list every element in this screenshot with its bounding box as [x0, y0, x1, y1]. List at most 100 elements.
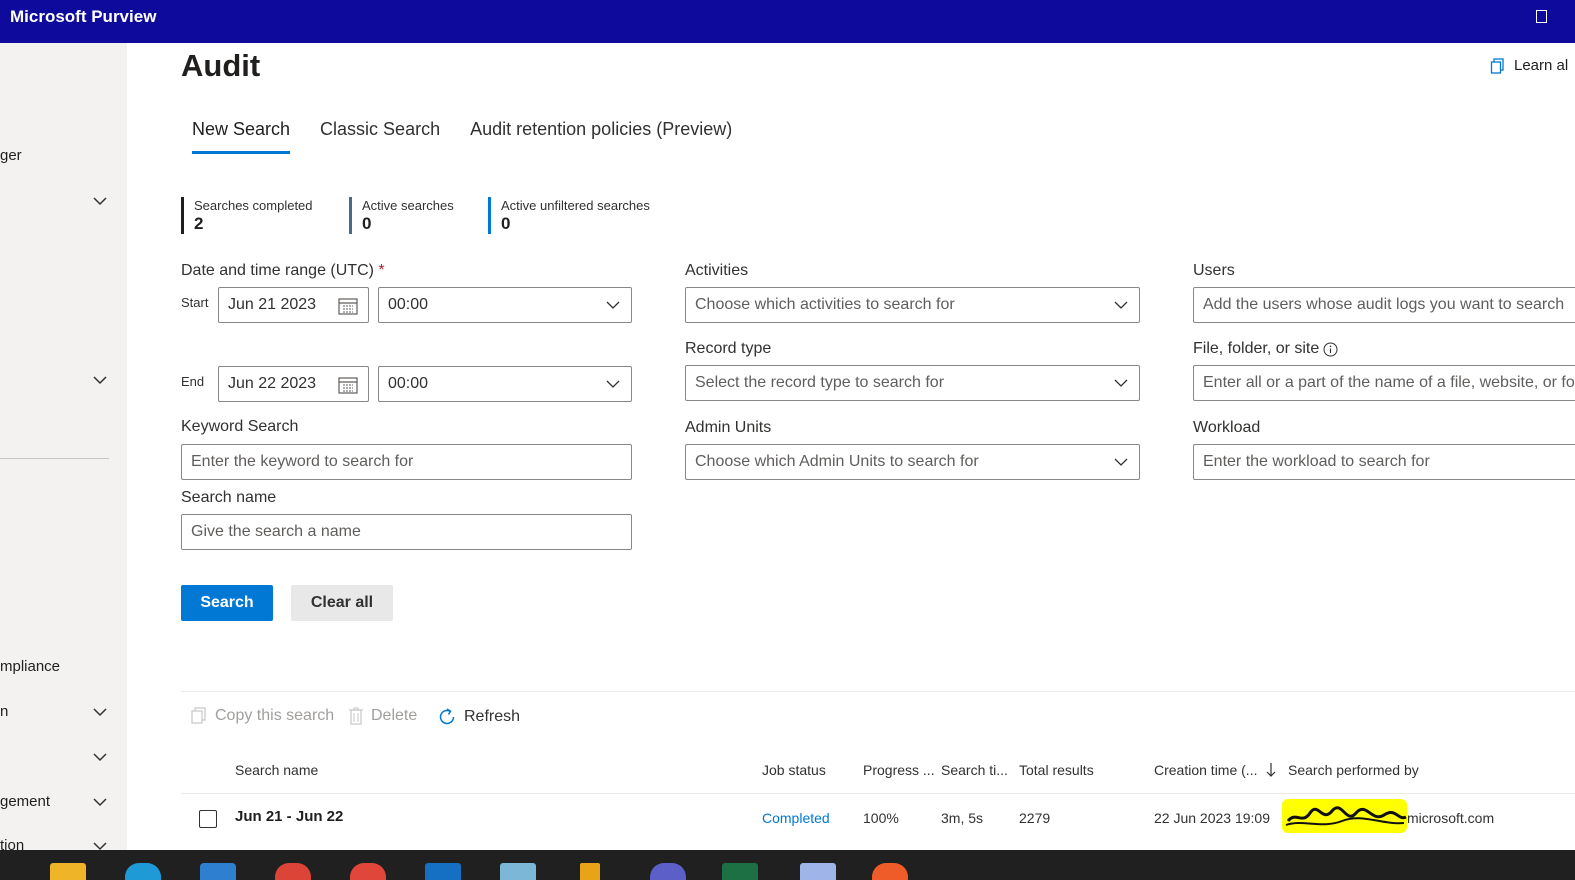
required-mark: *: [378, 262, 385, 279]
row-performed-by: microsoft.com: [1407, 810, 1495, 826]
teams-icon[interactable]: [650, 863, 686, 880]
users-label: Users: [1193, 262, 1235, 279]
chevron-down-icon: [606, 301, 620, 309]
chevron-down-icon[interactable]: [92, 797, 108, 807]
sidebar-item-3[interactable]: gement: [0, 793, 50, 810]
file-folder-site-input[interactable]: Enter all or a part of the name of a fil…: [1193, 365, 1575, 401]
users-placeholder: Add the users whose audit logs you want …: [1203, 296, 1565, 313]
calendar-icon[interactable]: [338, 297, 358, 315]
workload-input[interactable]: Enter the workload to search for: [1193, 444, 1575, 480]
keyword-placeholder: Enter the keyword to search for: [191, 453, 414, 470]
keyword-search-input[interactable]: Enter the keyword to search for: [181, 444, 632, 480]
learn-link-label: Learn al: [1514, 57, 1569, 74]
divider: [181, 691, 1575, 692]
column-total-results[interactable]: Total results: [1019, 762, 1094, 778]
outlook-icon[interactable]: [425, 863, 461, 880]
edge-icon[interactable]: [125, 863, 161, 880]
end-label: End: [181, 374, 205, 389]
chevron-down-icon[interactable]: [92, 752, 108, 762]
taskbar: [0, 850, 1575, 880]
maximize-icon[interactable]: [1536, 10, 1547, 23]
start-date-picker[interactable]: Jun 21 2023: [218, 287, 369, 323]
calendar-icon[interactable]: [338, 376, 358, 394]
record-type-label: Record type: [685, 340, 772, 357]
refresh-button[interactable]: Refresh: [437, 707, 520, 727]
row-search-time: 3m, 5s: [941, 810, 984, 826]
chevron-down-icon[interactable]: [92, 375, 108, 385]
stat-label: Searches completed: [194, 198, 313, 213]
row-job-status[interactable]: Completed: [762, 810, 830, 826]
copy-search-button[interactable]: Copy this search: [190, 707, 334, 725]
document-copy-icon: [1490, 57, 1504, 74]
search-name-label: Search name: [181, 489, 277, 506]
delete-button[interactable]: Delete: [348, 707, 417, 725]
admin-units-label: Admin Units: [685, 419, 772, 436]
row-search-name[interactable]: Jun 21 - Jun 22: [235, 808, 343, 825]
admin-units-dropdown[interactable]: Choose which Admin Units to search for: [685, 444, 1140, 480]
chevron-down-icon[interactable]: [92, 196, 108, 206]
file-explorer-icon[interactable]: [50, 863, 86, 880]
sidebar-item-0[interactable]: ger: [0, 147, 22, 164]
column-search-name[interactable]: Search name: [235, 762, 318, 778]
activities-dropdown[interactable]: Choose which activities to search for: [685, 287, 1140, 323]
stat-active-unfiltered-searches: Active unfiltered searches 0: [488, 197, 650, 234]
search-name-input[interactable]: Give the search a name: [181, 514, 632, 550]
row-checkbox[interactable]: [199, 810, 217, 828]
activities-label: Activities: [685, 262, 749, 279]
sidebar-item-1[interactable]: mpliance: [0, 658, 60, 675]
row-progress: 100%: [863, 810, 899, 826]
workload-label: Workload: [1193, 419, 1261, 436]
clear-all-button[interactable]: Clear all: [291, 585, 393, 621]
column-job-status[interactable]: Job status: [762, 762, 826, 778]
tab-audit-retention-policies[interactable]: Audit retention policies (Preview): [470, 119, 732, 154]
column-search-time[interactable]: Search ti...: [941, 762, 1008, 778]
column-creation-time[interactable]: Creation time (...: [1154, 762, 1257, 778]
start-date-value: Jun 21 2023: [228, 296, 317, 313]
sort-descending-icon[interactable]: [1265, 762, 1277, 778]
app-icon[interactable]: [800, 863, 836, 880]
page-title: Audit: [181, 48, 261, 83]
stat-active-searches: Active searches 0: [349, 197, 454, 234]
chrome-icon[interactable]: [275, 863, 311, 880]
workload-placeholder: Enter the workload to search for: [1203, 453, 1430, 470]
chevron-down-icon: [1114, 458, 1128, 466]
stat-label: Active searches: [362, 198, 454, 213]
chrome-icon[interactable]: [350, 863, 386, 880]
date-range-label: Date and time range (UTC) *: [181, 262, 385, 280]
end-date-value: Jun 22 2023: [228, 375, 317, 392]
chevron-down-icon: [606, 380, 620, 388]
sidebar-item-2[interactable]: n: [0, 703, 8, 720]
chevron-down-icon[interactable]: [92, 707, 108, 717]
users-input[interactable]: Add the users whose audit logs you want …: [1193, 287, 1575, 323]
sidebar-divider: [0, 458, 109, 459]
record-type-dropdown[interactable]: Select the record type to search for: [685, 365, 1140, 401]
learn-link[interactable]: Learn al: [1490, 57, 1568, 74]
power-bi-icon[interactable]: [580, 863, 600, 880]
chevron-down-icon: [1114, 301, 1128, 309]
column-progress[interactable]: Progress ...: [863, 762, 935, 778]
copy-search-label: Copy this search: [215, 707, 335, 724]
redaction-scribble: [1285, 806, 1407, 826]
activities-placeholder: Choose which activities to search for: [695, 296, 955, 313]
start-label: Start: [181, 295, 209, 310]
vscode-icon[interactable]: [200, 863, 236, 880]
end-date-picker[interactable]: Jun 22 2023: [218, 366, 369, 402]
notepad-icon[interactable]: [500, 863, 536, 880]
admin-units-placeholder: Choose which Admin Units to search for: [695, 453, 979, 470]
end-time-dropdown[interactable]: 00:00: [378, 366, 632, 402]
refresh-icon: [439, 708, 455, 725]
start-time-dropdown[interactable]: 00:00: [378, 287, 632, 323]
tab-classic-search[interactable]: Classic Search: [320, 119, 440, 154]
search-name-placeholder: Give the search a name: [191, 523, 361, 540]
delete-label: Delete: [371, 707, 418, 724]
trash-icon: [349, 707, 363, 725]
file-folder-site-label: File, folder, or site: [1193, 340, 1338, 358]
postman-icon[interactable]: [872, 863, 908, 880]
stat-value: 2: [194, 214, 204, 233]
info-icon[interactable]: [1323, 342, 1338, 357]
excel-icon[interactable]: [722, 863, 758, 880]
stat-value: 0: [501, 214, 511, 233]
column-search-performed-by[interactable]: Search performed by: [1288, 762, 1419, 778]
search-button[interactable]: Search: [181, 585, 273, 621]
tab-new-search[interactable]: New Search: [192, 119, 291, 154]
